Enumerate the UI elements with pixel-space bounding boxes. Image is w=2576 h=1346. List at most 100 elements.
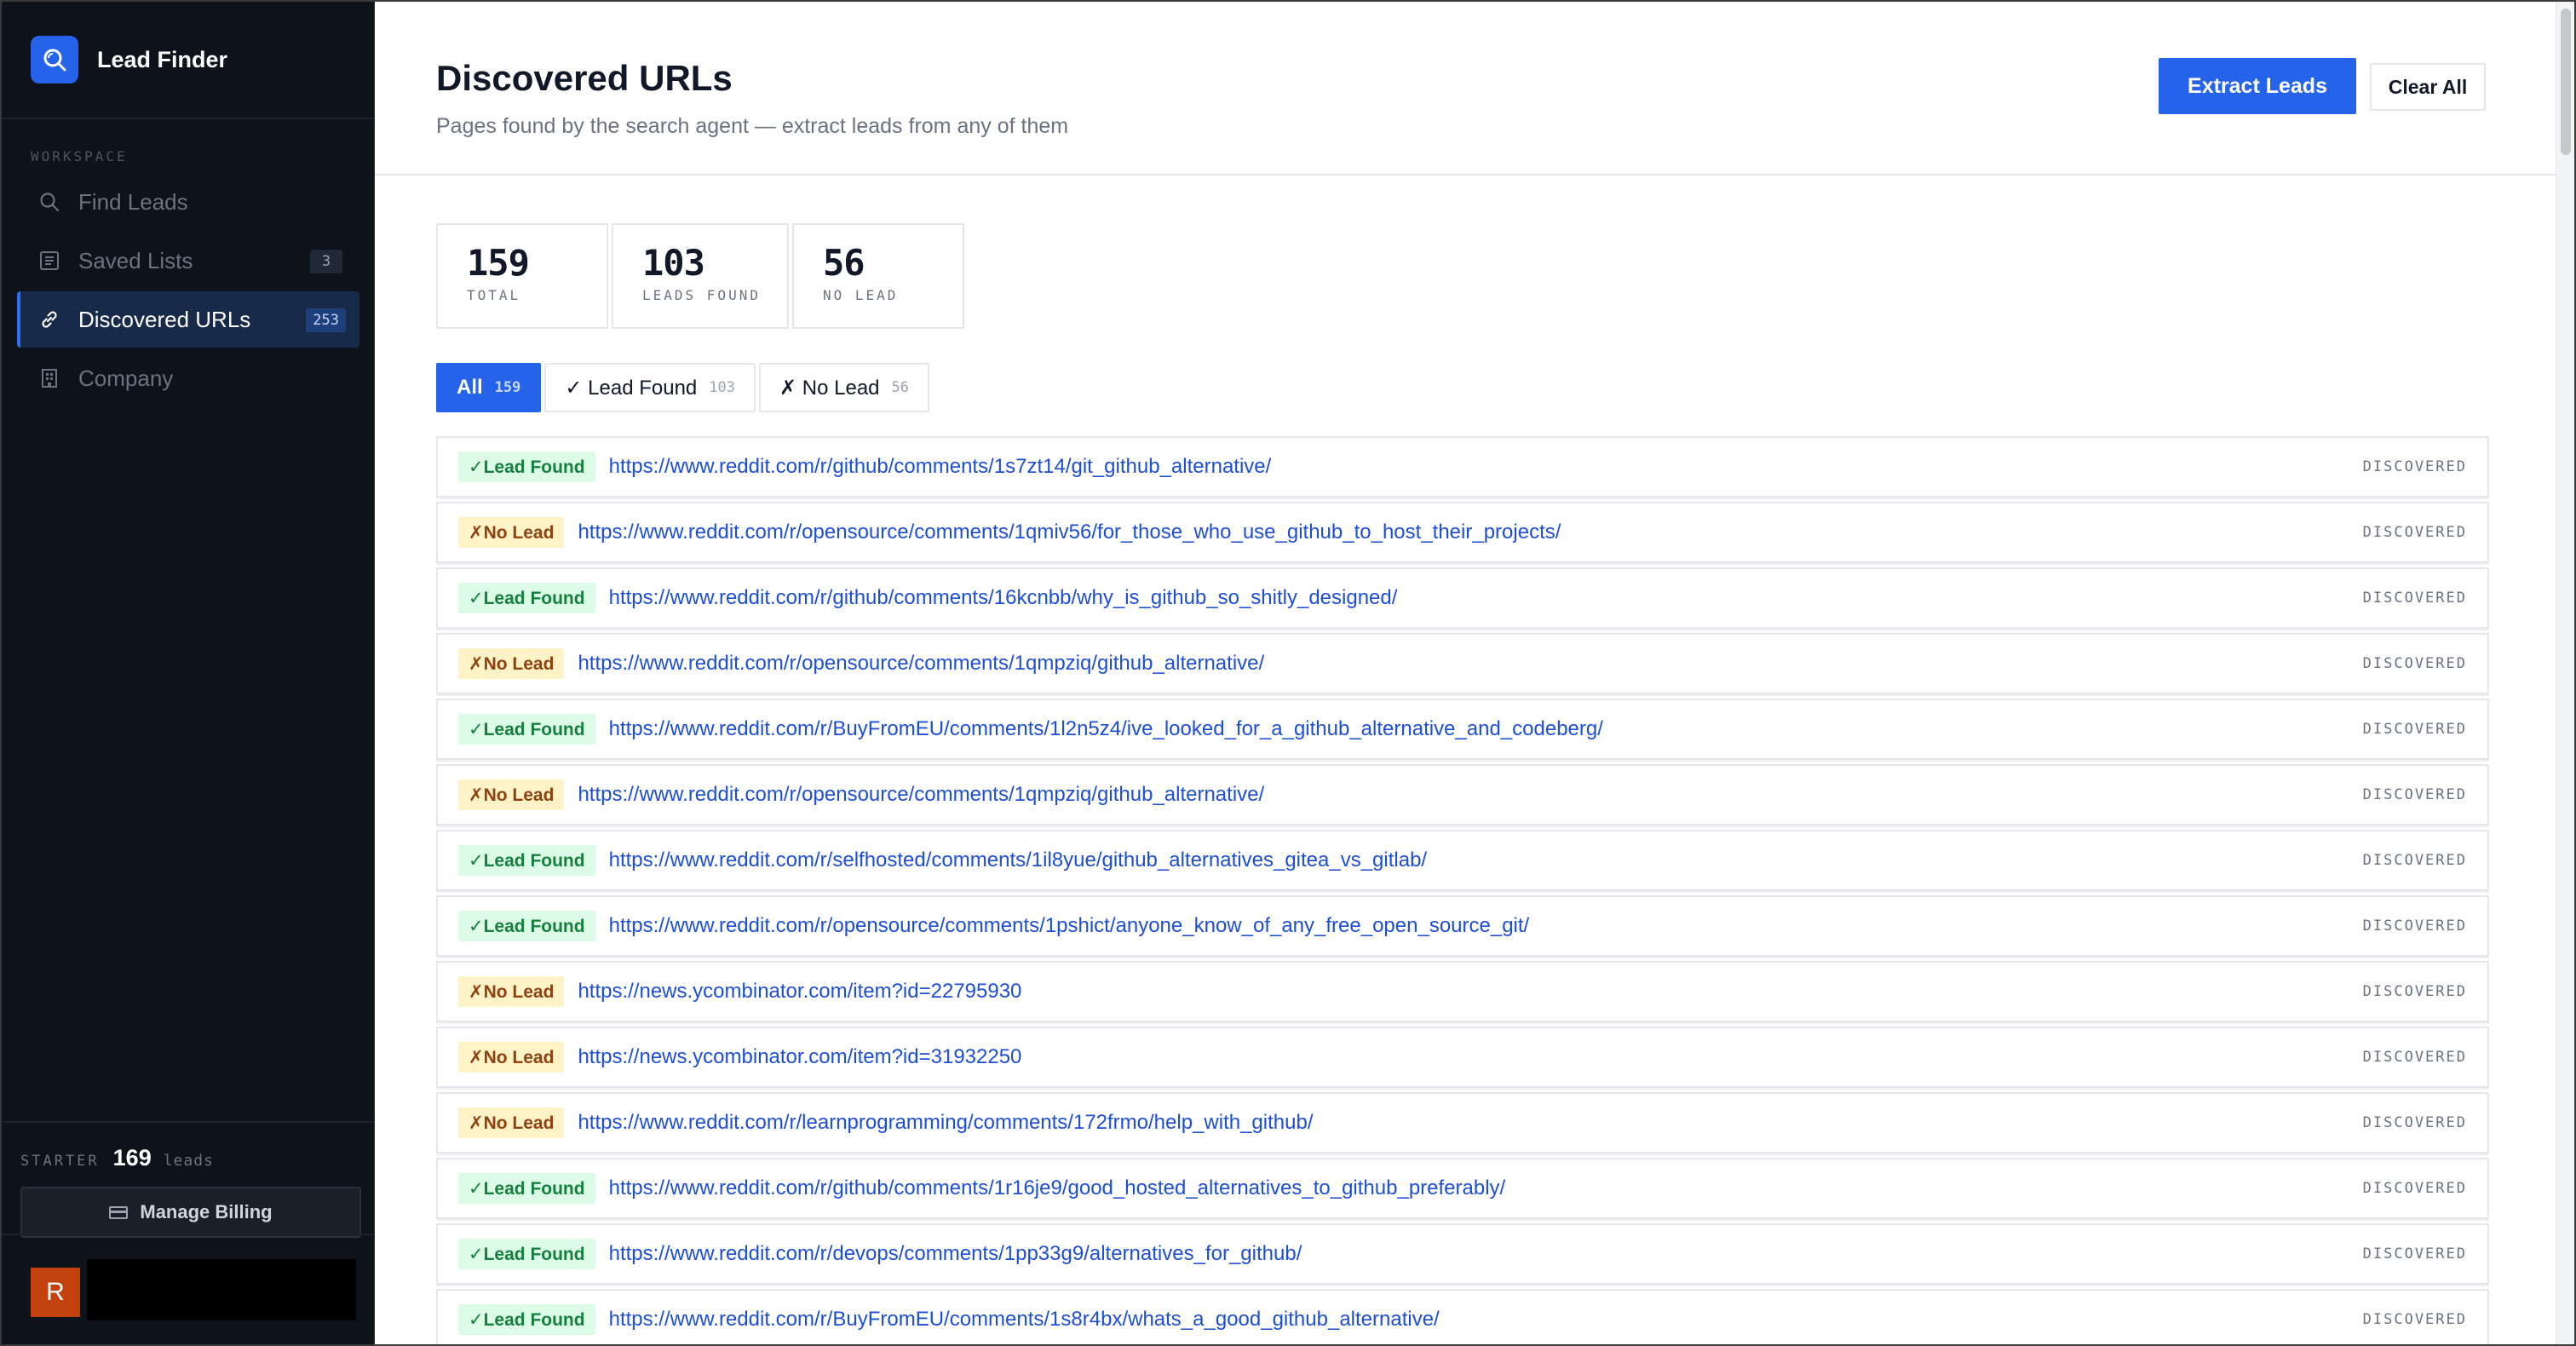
page-header: Discovered URLs Pages found by the searc… bbox=[375, 2, 2574, 175]
stat-value: 159 bbox=[467, 242, 530, 284]
stat-label: TOTAL bbox=[467, 287, 521, 303]
row-state-label: DISCOVERED bbox=[2362, 524, 2467, 541]
row-state-label: DISCOVERED bbox=[2362, 786, 2467, 803]
list-item[interactable]: ✗No Lead https://www.reddit.com/r/openso… bbox=[436, 502, 2489, 563]
tab-label: ✓ Lead Found bbox=[565, 376, 698, 400]
stat-total: 159 TOTAL bbox=[436, 223, 608, 329]
lead-status-badge: ✗No Lead bbox=[458, 779, 565, 810]
redacted-user-info bbox=[87, 1259, 356, 1320]
list-item[interactable]: ✓Lead Found https://www.reddit.com/r/sel… bbox=[436, 830, 2489, 891]
list-item[interactable]: ✗No Lead https://www.reddit.com/r/openso… bbox=[436, 764, 2489, 825]
row-state-label: DISCOVERED bbox=[2362, 1114, 2467, 1131]
scrollbar[interactable] bbox=[2556, 2, 2574, 1344]
row-state-label: DISCOVERED bbox=[2362, 983, 2467, 1000]
building-icon bbox=[37, 366, 61, 390]
url-link[interactable]: https://www.reddit.com/r/github/comments… bbox=[609, 586, 1398, 610]
url-link[interactable]: https://www.reddit.com/r/learnprogrammin… bbox=[578, 1111, 1313, 1135]
saved-lists-count-badge: 3 bbox=[310, 250, 342, 273]
brand[interactable]: Lead Finder bbox=[2, 2, 374, 119]
tab-no-lead[interactable]: ✗ No Lead 56 bbox=[759, 363, 929, 412]
list-item[interactable]: ✓Lead Found https://www.reddit.com/r/git… bbox=[436, 1158, 2489, 1219]
list-item[interactable]: ✗No Lead https://news.ycombinator.com/it… bbox=[436, 1027, 2489, 1088]
avatar[interactable]: R bbox=[31, 1268, 80, 1317]
sidebar-item-discovered-urls[interactable]: Discovered URLs 253 bbox=[17, 291, 359, 348]
stat-value: 103 bbox=[642, 242, 705, 284]
url-link[interactable]: https://www.reddit.com/r/BuyFromEU/comme… bbox=[609, 1308, 1440, 1332]
sidebar-item-find-leads[interactable]: Find Leads bbox=[17, 174, 359, 230]
app-window: Lead Finder WORKSPACE Find Leads Saved L… bbox=[0, 0, 2576, 1346]
lead-status-badge: ✗No Lead bbox=[458, 517, 565, 548]
lead-status-badge: ✓Lead Found bbox=[458, 1173, 595, 1204]
url-link[interactable]: https://www.reddit.com/r/selfhosted/comm… bbox=[609, 848, 1428, 872]
clear-all-button[interactable]: Clear All bbox=[2370, 63, 2486, 111]
sidebar-item-label: Company bbox=[78, 365, 174, 391]
tab-lead-found[interactable]: ✓ Lead Found 103 bbox=[544, 363, 756, 412]
list-item[interactable]: ✓Lead Found https://www.reddit.com/r/dev… bbox=[436, 1223, 2489, 1285]
manage-billing-label: Manage Billing bbox=[140, 1201, 273, 1222]
plan-tier: STARTER bbox=[20, 1153, 100, 1170]
lead-status-badge: ✓Lead Found bbox=[458, 714, 595, 745]
extract-leads-button[interactable]: Extract Leads bbox=[2159, 58, 2356, 114]
url-link[interactable]: https://www.reddit.com/r/github/comments… bbox=[609, 455, 1272, 479]
list-item[interactable]: ✓Lead Found https://www.reddit.com/r/git… bbox=[436, 436, 2489, 498]
manage-billing-button[interactable]: Manage Billing bbox=[20, 1187, 361, 1238]
sidebar-item-company[interactable]: Company bbox=[17, 350, 359, 406]
lead-status-badge: ✓Lead Found bbox=[458, 845, 595, 876]
tab-label: All bbox=[457, 376, 483, 399]
page-subtitle: Pages found by the search agent — extrac… bbox=[436, 114, 1069, 138]
url-link[interactable]: https://www.reddit.com/r/devops/comments… bbox=[609, 1242, 1302, 1266]
credit-card-icon bbox=[109, 1205, 129, 1219]
sidebar-item-saved-lists[interactable]: Saved Lists 3 bbox=[17, 233, 359, 289]
url-link[interactable]: https://www.reddit.com/r/opensource/comm… bbox=[609, 914, 1530, 938]
sidebar-item-label: Find Leads bbox=[78, 188, 188, 215]
list-item[interactable]: ✗No Lead https://www.reddit.com/r/openso… bbox=[436, 633, 2489, 694]
lead-status-badge: ✗No Lead bbox=[458, 1042, 565, 1073]
lead-status-badge: ✗No Lead bbox=[458, 648, 565, 679]
app-name: Lead Finder bbox=[97, 46, 228, 72]
row-state-label: DISCOVERED bbox=[2362, 1311, 2467, 1328]
tab-count: 56 bbox=[891, 379, 909, 396]
filter-tabs: All 159 ✓ Lead Found 103 ✗ No Lead 56 bbox=[436, 363, 933, 412]
list-item[interactable]: ✗No Lead https://www.reddit.com/r/learnp… bbox=[436, 1092, 2489, 1153]
lead-status-badge: ✗No Lead bbox=[458, 1107, 565, 1138]
sidebar: Lead Finder WORKSPACE Find Leads Saved L… bbox=[2, 2, 375, 1344]
tab-label: ✗ No Lead bbox=[779, 376, 880, 400]
list-icon bbox=[37, 249, 61, 273]
row-state-label: DISCOVERED bbox=[2362, 458, 2467, 475]
scrollbar-thumb[interactable] bbox=[2561, 9, 2571, 155]
url-link[interactable]: https://www.reddit.com/r/opensource/comm… bbox=[578, 783, 1264, 807]
stat-no-lead: 56 NO LEAD bbox=[792, 223, 964, 329]
url-link[interactable]: https://news.ycombinator.com/item?id=227… bbox=[578, 980, 1021, 1004]
list-item[interactable]: ✓Lead Found https://www.reddit.com/r/Buy… bbox=[436, 1289, 2489, 1344]
url-link[interactable]: https://www.reddit.com/r/github/comments… bbox=[609, 1176, 1506, 1200]
url-link[interactable]: https://news.ycombinator.com/item?id=319… bbox=[578, 1045, 1021, 1069]
lead-status-badge: ✓Lead Found bbox=[458, 1239, 595, 1269]
search-icon bbox=[37, 190, 61, 214]
tab-count: 159 bbox=[494, 379, 521, 396]
lead-status-badge: ✓Lead Found bbox=[458, 452, 595, 482]
plan-summary: STARTER 169 leads Manage Billing bbox=[2, 1121, 374, 1238]
tab-count: 103 bbox=[709, 379, 735, 396]
url-link[interactable]: https://www.reddit.com/r/opensource/comm… bbox=[578, 652, 1264, 676]
row-state-label: DISCOVERED bbox=[2362, 721, 2467, 738]
url-list: ✓Lead Found https://www.reddit.com/r/git… bbox=[436, 436, 2489, 1344]
lead-status-badge: ✗No Lead bbox=[458, 976, 565, 1007]
lead-status-badge: ✓Lead Found bbox=[458, 583, 595, 613]
stat-label: NO LEAD bbox=[823, 287, 899, 303]
user-profile[interactable]: R bbox=[2, 1234, 374, 1344]
page-title: Discovered URLs bbox=[436, 58, 733, 98]
search-logo-icon bbox=[31, 36, 78, 83]
lead-status-badge: ✓Lead Found bbox=[458, 1304, 595, 1335]
list-item[interactable]: ✗No Lead https://news.ycombinator.com/it… bbox=[436, 961, 2489, 1022]
list-item[interactable]: ✓Lead Found https://www.reddit.com/r/git… bbox=[436, 567, 2489, 629]
stat-label: LEADS FOUND bbox=[642, 287, 761, 303]
tab-all[interactable]: All 159 bbox=[436, 363, 542, 412]
row-state-label: DISCOVERED bbox=[2362, 917, 2467, 935]
workspace-section-label: WORKSPACE bbox=[31, 148, 128, 164]
sidebar-item-label: Discovered URLs bbox=[78, 306, 251, 332]
url-link[interactable]: https://www.reddit.com/r/BuyFromEU/comme… bbox=[609, 717, 1603, 741]
row-state-label: DISCOVERED bbox=[2362, 590, 2467, 607]
url-link[interactable]: https://www.reddit.com/r/opensource/comm… bbox=[578, 521, 1561, 544]
list-item[interactable]: ✓Lead Found https://www.reddit.com/r/ope… bbox=[436, 895, 2489, 957]
list-item[interactable]: ✓Lead Found https://www.reddit.com/r/Buy… bbox=[436, 699, 2489, 760]
